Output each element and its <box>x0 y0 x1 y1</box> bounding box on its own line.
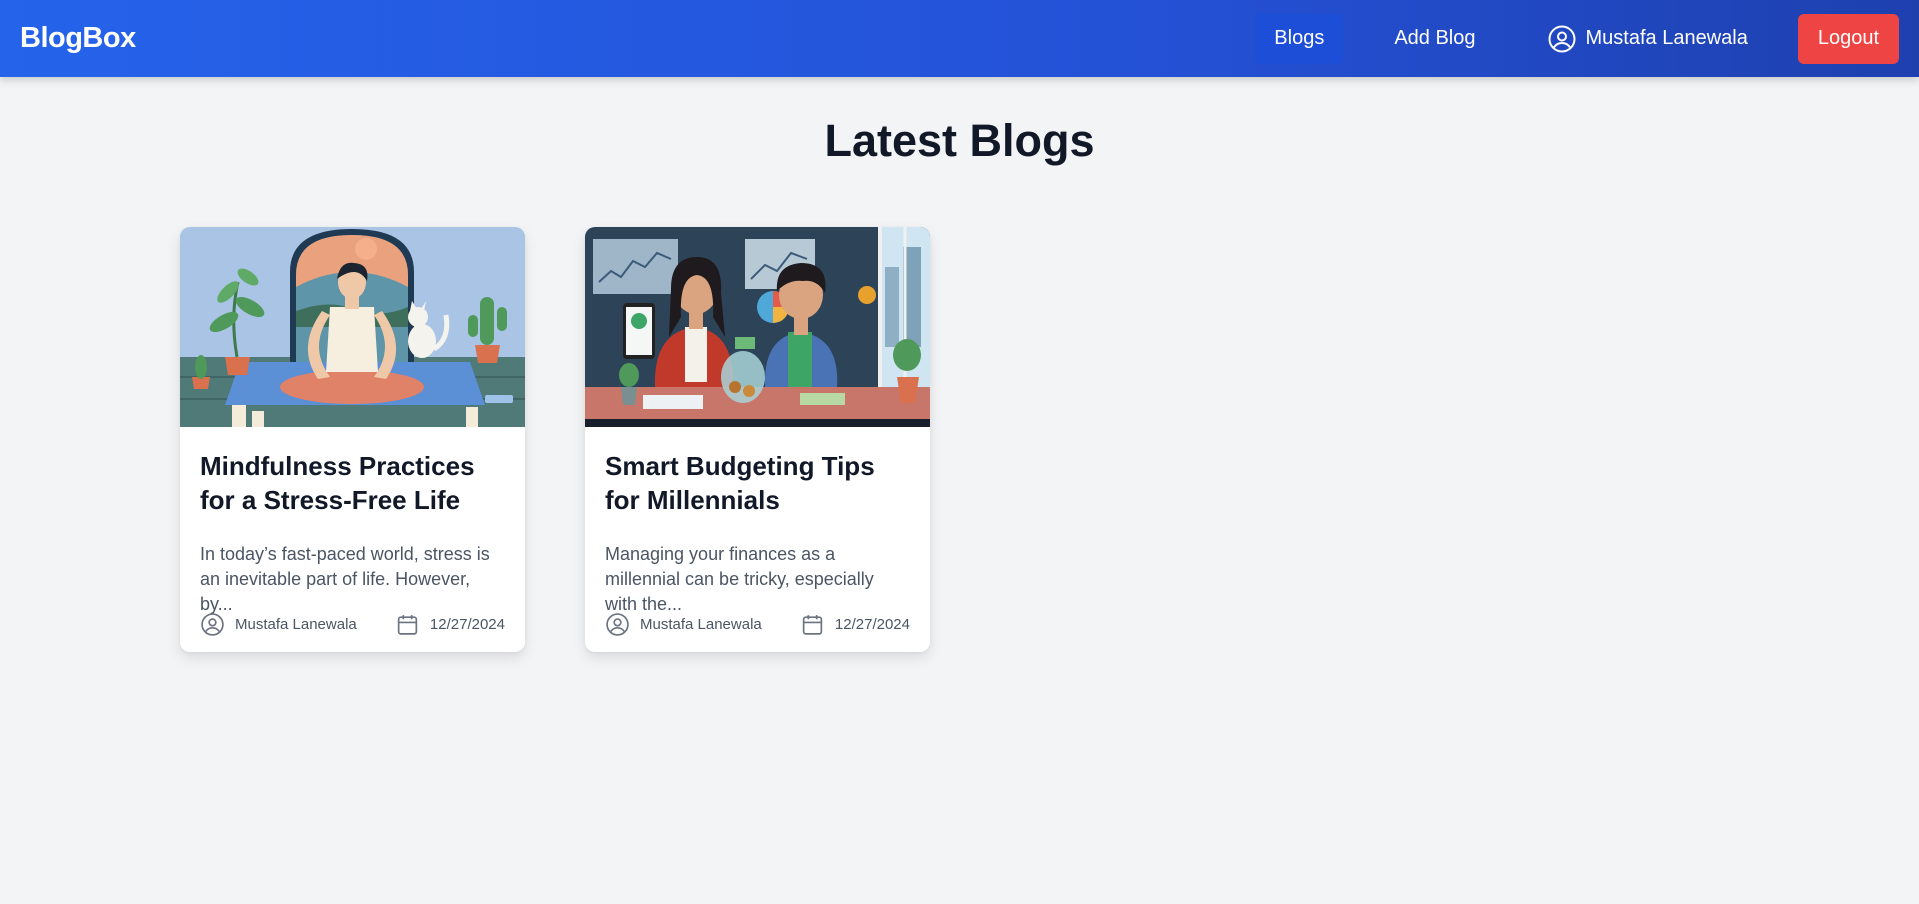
author-name: Mustafa Lanewala <box>235 616 357 633</box>
nav-menu: Blogs Add Blog Mustafa Lanewala Logout <box>1255 0 1899 77</box>
blog-title[interactable]: Mindfulness Practices for a Stress-Free … <box>200 449 505 519</box>
calendar-icon <box>800 612 825 637</box>
page-title: Latest Blogs <box>824 115 1095 166</box>
blog-meta: Mustafa Lanewala 12/27/2024 <box>605 612 910 637</box>
blog-card[interactable]: Smart Budgeting Tips for Millennials Man… <box>585 227 930 652</box>
nav-link-add-blog[interactable]: Add Blog <box>1375 14 1494 64</box>
blog-meta: Mustafa Lanewala 12/27/2024 <box>200 612 505 637</box>
blog-excerpt: Managing your finances as a millennial c… <box>605 544 874 614</box>
blog-author: Mustafa Lanewala <box>605 612 762 637</box>
date-text: 12/27/2024 <box>429 616 505 633</box>
logout-button[interactable]: Logout <box>1797 13 1899 64</box>
blog-date: 12/27/2024 <box>800 612 910 637</box>
blog-thumbnail <box>180 227 525 427</box>
calendar-icon <box>395 612 420 637</box>
top-navbar: BlogBox Blogs Add Blog Mustafa Lanewala … <box>0 0 1919 77</box>
user-circle-icon <box>1547 24 1577 54</box>
blog-excerpt: In today’s fast-paced world, stress is a… <box>200 544 490 614</box>
author-name: Mustafa Lanewala <box>640 616 762 633</box>
blog-date: 12/27/2024 <box>395 612 505 637</box>
user-circle-icon <box>605 612 630 637</box>
date-text: 12/27/2024 <box>834 616 910 633</box>
blog-card[interactable]: Mindfulness Practices for a Stress-Free … <box>180 227 525 652</box>
nav-link-blogs[interactable]: Blogs <box>1255 13 1344 64</box>
user-name: Mustafa Lanewala <box>1585 27 1748 49</box>
user-profile[interactable]: Mustafa Lanewala <box>1547 24 1748 54</box>
user-circle-icon <box>200 612 225 637</box>
brand-logo[interactable]: BlogBox <box>20 22 136 55</box>
blog-title[interactable]: Smart Budgeting Tips for Millennials <box>605 449 910 519</box>
blog-thumbnail <box>585 227 930 427</box>
blog-author: Mustafa Lanewala <box>200 612 357 637</box>
